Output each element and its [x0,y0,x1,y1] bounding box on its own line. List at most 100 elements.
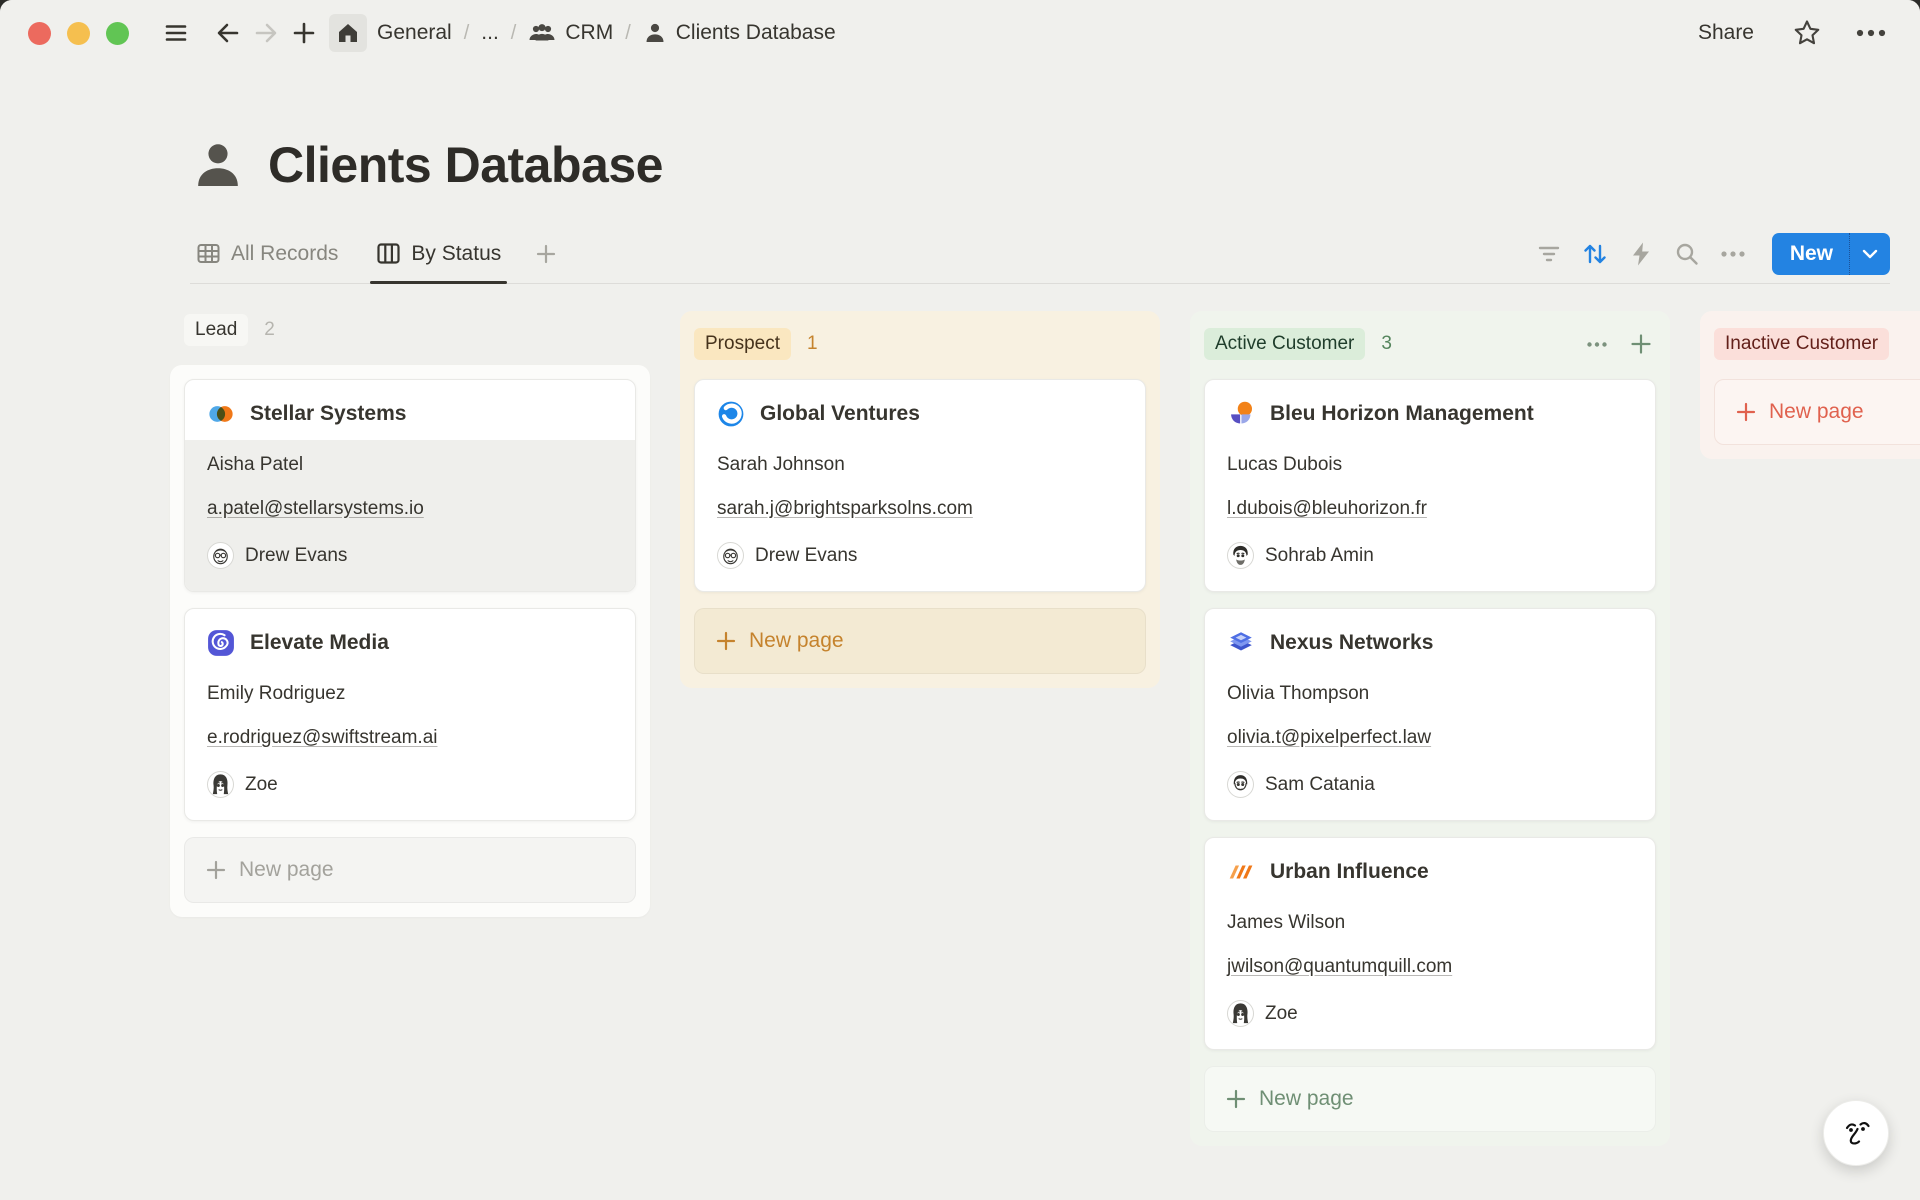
contact-name: Lucas Dubois [1227,454,1633,476]
plus-icon [1735,401,1757,423]
column-lead: Lead 2 Stellar Systems Aisha Patel [170,311,650,917]
page-icon person-icon[interactable] [190,137,246,193]
minimize-window-button[interactable] [67,22,90,45]
tab-all-records[interactable]: All Records [190,224,344,283]
owner-name: Zoe [1265,1003,1298,1025]
card-title: Global Ventures [760,402,920,426]
owner-name: Sam Catania [1265,774,1375,796]
contact-email[interactable]: l.dubois@bleuhorizon.fr [1227,498,1427,520]
page-title[interactable]: Clients Database [268,136,663,194]
owner-name: Drew Evans [245,545,347,567]
view-settings-button[interactable] [1714,235,1752,273]
plus-icon [1629,332,1653,356]
breadcrumb-ellipsis[interactable]: ... [481,21,499,45]
ellipsis-icon [1856,28,1886,38]
breadcrumb-separator: / [509,22,519,45]
zoe-avatar [1227,1000,1254,1027]
ellipsis-icon [1720,250,1746,258]
arrow-right-icon [252,19,280,47]
tab-by-status[interactable]: By Status [370,224,507,283]
filter-icon [1536,243,1562,265]
new-page-button[interactable]: New page [694,608,1146,674]
filter-button[interactable] [1530,235,1568,273]
tab-label: By Status [411,242,501,266]
owner-chip: Zoe [1227,1000,1633,1027]
new-page-button[interactable]: New page [184,837,636,903]
column-add-card-button[interactable] [1626,329,1656,359]
status-pill[interactable]: Active Customer [1204,328,1365,360]
column-more-button[interactable] [1582,329,1612,359]
column-header[interactable]: Prospect 1 [694,325,1146,363]
zoe-avatar [207,771,234,798]
status-pill[interactable]: Prospect [694,328,791,360]
new-page-button[interactable]: New page [1714,379,1920,445]
card-nexus-networks[interactable]: Nexus Networks Olivia Thompson olivia.t@… [1204,608,1656,821]
new-page-button[interactable]: New page [1204,1066,1656,1132]
favorite-button[interactable] [1788,14,1826,52]
card-title: Stellar Systems [250,402,406,426]
owner-chip: Sam Catania [1227,771,1633,798]
sam-catania-avatar [1227,771,1254,798]
close-window-button[interactable] [28,22,51,45]
ai-face-icon [1836,1113,1876,1153]
breadcrumb-item-crm[interactable]: CRM [528,21,613,45]
sidebar-toggle-button[interactable] [157,14,195,52]
column-header[interactable]: Lead 2 [170,311,650,349]
zoom-window-button[interactable] [106,22,129,45]
owner-name: Sohrab Amin [1265,545,1374,567]
breadcrumb-item-clients-database[interactable]: Clients Database [643,21,836,45]
global-ventures-logo [717,400,745,428]
arrow-left-icon [214,19,242,47]
contact-email[interactable]: e.rodriguez@swiftstream.ai [207,727,437,749]
status-pill[interactable]: Lead [184,314,248,346]
contact-email[interactable]: jwilson@quantumquill.com [1227,956,1452,978]
status-pill[interactable]: Inactive Customer [1714,328,1889,360]
card-stellar-systems[interactable]: Stellar Systems Aisha Patel a.patel@stel… [184,379,636,592]
column-count: 1 [807,333,818,355]
automations-button[interactable] [1622,235,1660,273]
new-tab-button[interactable] [285,14,323,52]
share-button[interactable]: Share [1690,15,1762,51]
search-button[interactable] [1668,235,1706,273]
plus-icon [205,859,227,881]
card-global-ventures[interactable]: Global Ventures Sarah Johnson sarah.j@br… [694,379,1146,592]
column-header[interactable]: Inactive Customer [1714,325,1920,363]
add-view-button[interactable] [527,235,565,273]
star-icon [1792,18,1822,48]
owner-chip: Zoe [207,771,613,798]
sort-button[interactable] [1576,235,1614,273]
ai-assistant-button[interactable] [1823,1100,1889,1166]
card-bleu-horizon-management[interactable]: Bleu Horizon Management Lucas Dubois l.d… [1204,379,1656,592]
views-toolbar-row: All Records By Status [190,224,1890,284]
contact-email[interactable]: olivia.t@pixelperfect.law [1227,727,1431,749]
card-title: Elevate Media [250,631,389,655]
home-button[interactable] [329,14,367,52]
contact-email[interactable]: sarah.j@brightsparksolns.com [717,498,973,520]
breadcrumb-label: CRM [565,21,613,45]
forward-button[interactable] [247,14,285,52]
breadcrumb-separator: / [462,22,472,45]
sort-arrows-icon [1581,241,1609,267]
breadcrumb-separator: / [623,22,633,45]
column-header[interactable]: Active Customer 3 [1204,325,1656,363]
column-inactive-customer: Inactive Customer New page [1700,311,1920,459]
card-title: Bleu Horizon Management [1270,402,1534,426]
new-button[interactable]: New [1772,233,1849,275]
people-group-icon [528,21,556,45]
tab-label: All Records [231,242,338,266]
drew-evans-avatar [717,542,744,569]
person-icon [643,21,667,45]
back-button[interactable] [209,14,247,52]
more-options-button[interactable] [1852,14,1890,52]
window-titlebar: General / ... / CRM / Clients Database S… [0,0,1920,66]
card-elevate-media[interactable]: Elevate Media Emily Rodriguez e.rodrigue… [184,608,636,821]
chevron-down-icon [1862,249,1878,259]
contact-email[interactable]: a.patel@stellarsystems.io [207,498,424,520]
breadcrumb-item-general[interactable]: General [377,21,452,45]
owner-chip: Drew Evans [717,542,1123,569]
new-dropdown-button[interactable] [1849,233,1890,275]
new-page-label: New page [239,858,334,882]
breadcrumb-label: General [377,21,452,45]
card-urban-influence[interactable]: Urban Influence James Wilson jwilson@qua… [1204,837,1656,1050]
elevate-media-logo [207,629,235,657]
